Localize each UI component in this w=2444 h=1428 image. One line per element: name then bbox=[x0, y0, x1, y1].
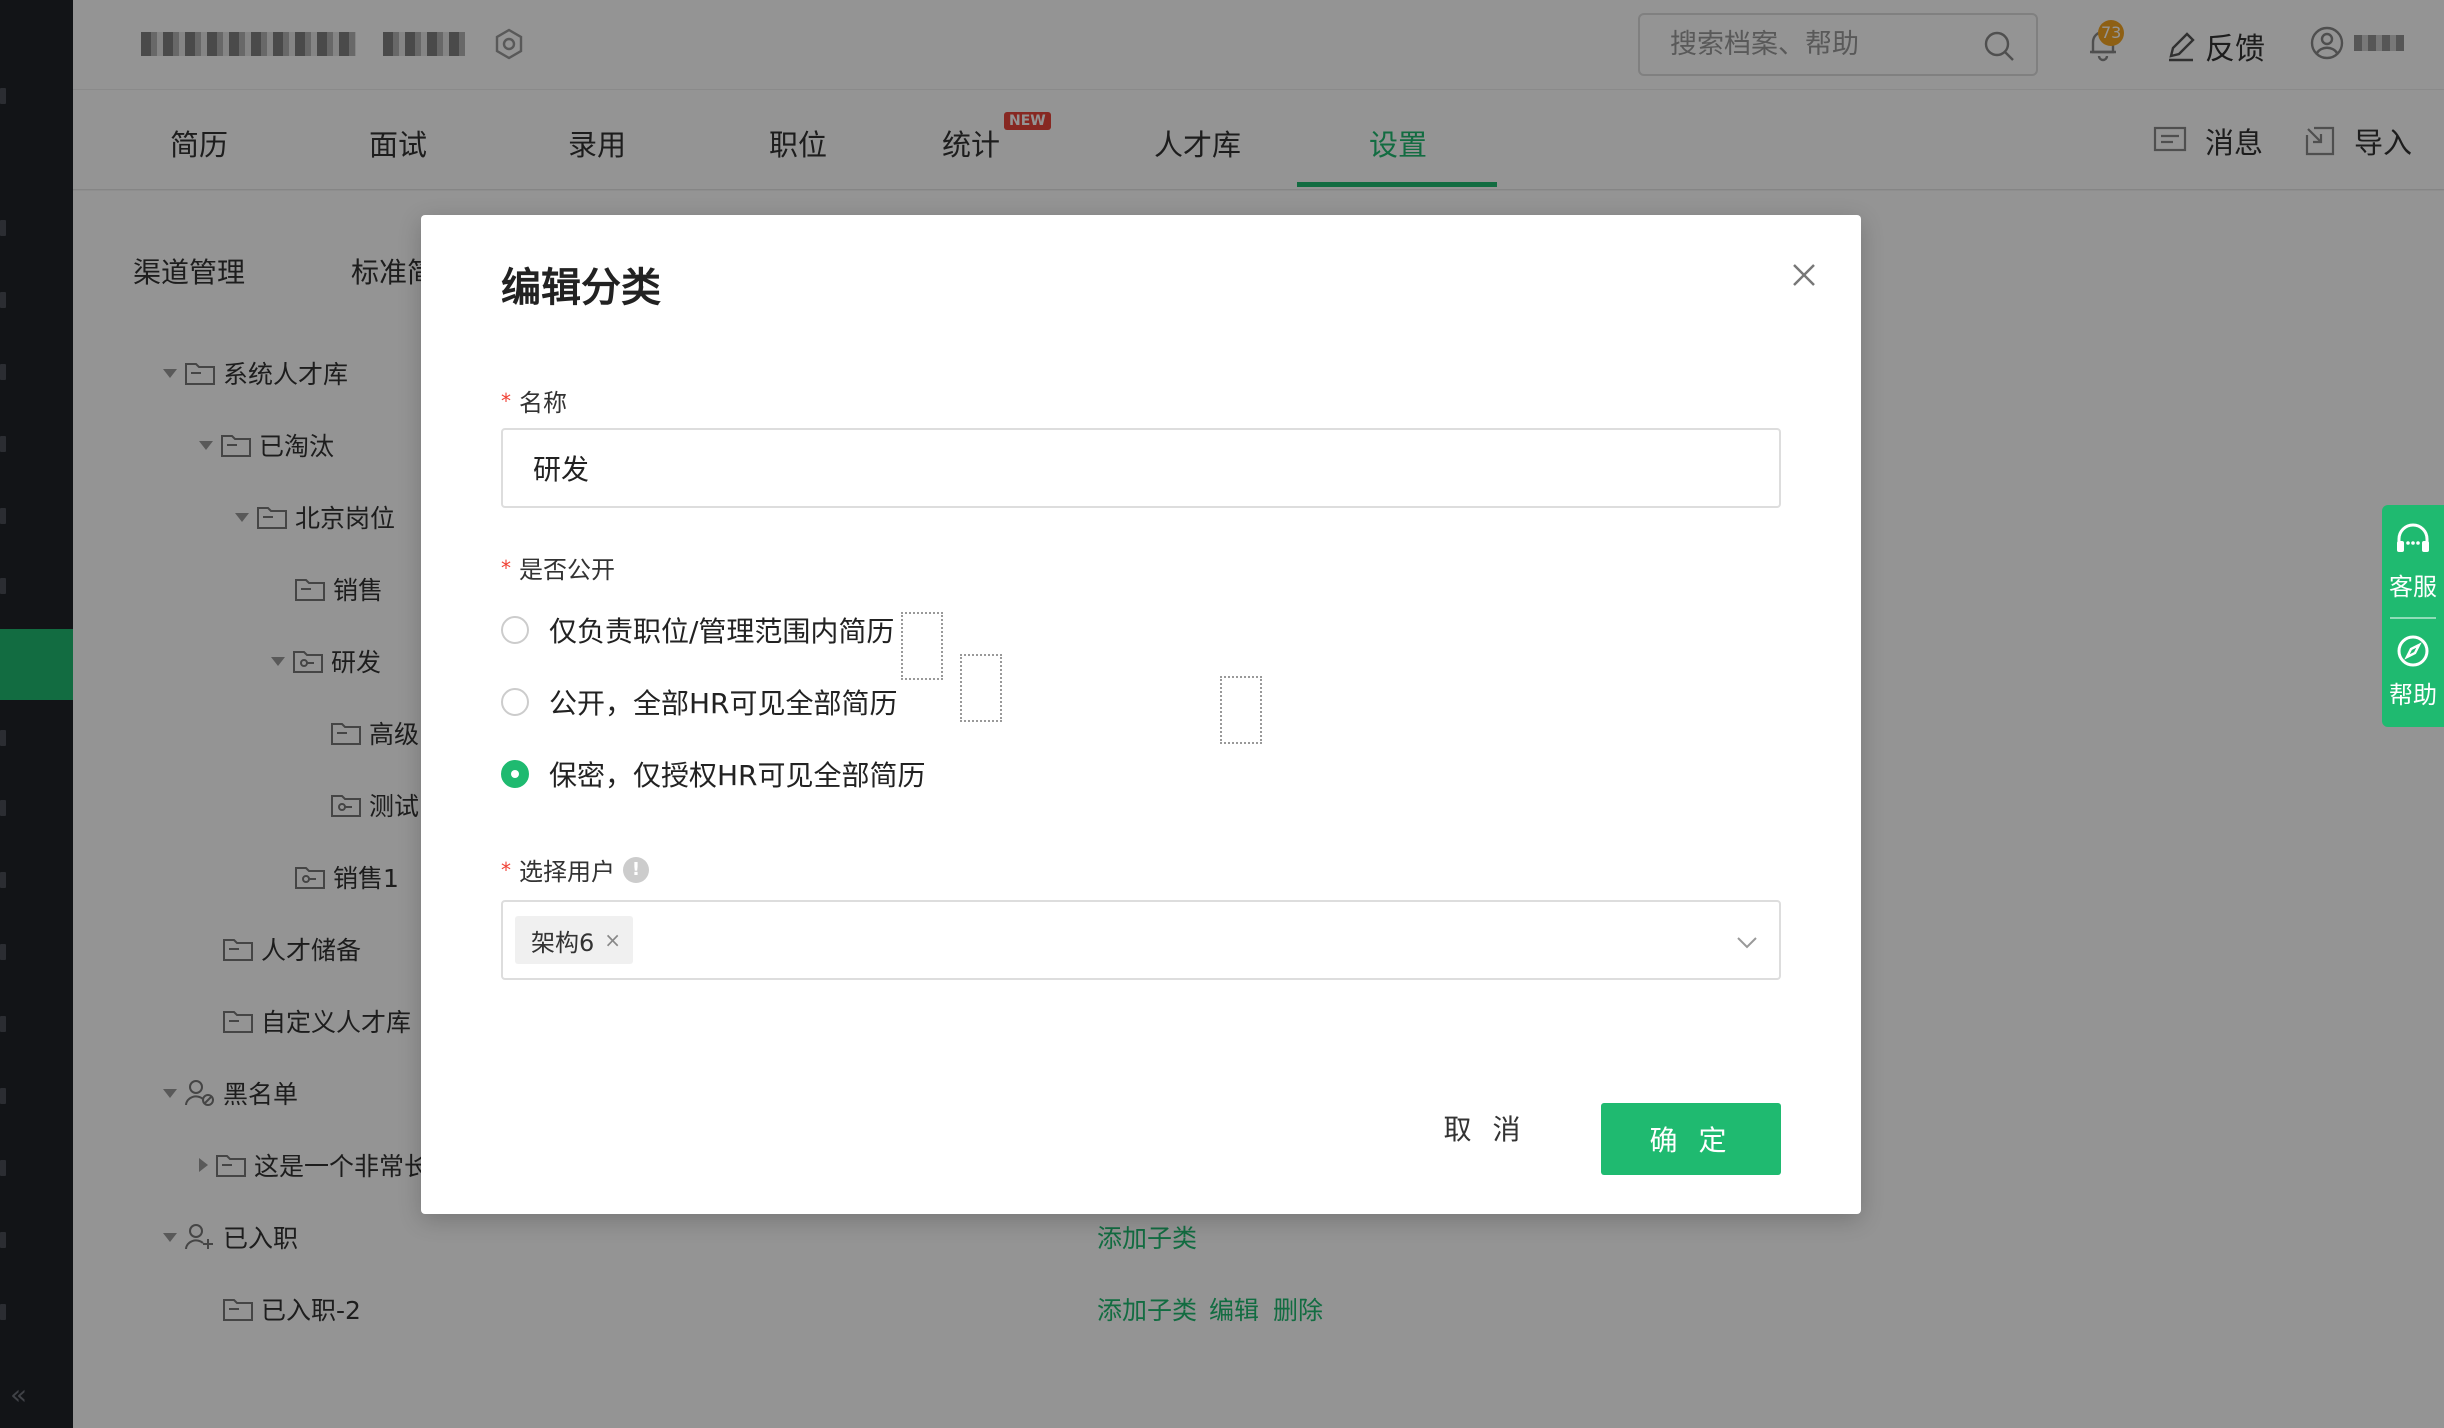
user-tag-label: 架构6 bbox=[531, 928, 595, 957]
confirm-button[interactable]: 确 定 bbox=[1601, 1103, 1781, 1175]
headset-icon bbox=[2397, 523, 2429, 552]
public-label-text: 是否公开 bbox=[519, 556, 615, 584]
edit-category-dialog: 编辑分类 * 名称 * 是否公开 仅负责职位/管理范围内简历 公开，全部HR可见… bbox=[421, 215, 1861, 1214]
placeholder-box bbox=[1220, 676, 1262, 744]
float-divider bbox=[2390, 617, 2436, 619]
user-tag: 架构6 × bbox=[515, 916, 634, 964]
radio-button-checked[interactable] bbox=[501, 760, 529, 788]
info-icon[interactable]: ! bbox=[623, 856, 649, 883]
radio-button[interactable] bbox=[501, 688, 529, 716]
radio-label: 保密，仅授权HR可见全部简历 bbox=[549, 759, 926, 792]
help-button[interactable]: 帮助 bbox=[2382, 633, 2444, 710]
compass-icon bbox=[2397, 635, 2429, 667]
cancel-button[interactable]: 取 消 bbox=[1435, 1103, 1535, 1153]
required-mark: * bbox=[501, 555, 511, 580]
radio-option-scoped[interactable]: 仅负责职位/管理范围内简历 bbox=[501, 610, 894, 650]
users-field-label: * 选择用户 ! bbox=[501, 852, 649, 887]
placeholder-box bbox=[960, 654, 1002, 722]
required-mark: * bbox=[501, 388, 511, 413]
float-help-panel: 客服 帮助 bbox=[2382, 505, 2444, 727]
public-field-label: * 是否公开 bbox=[501, 550, 615, 585]
required-mark: * bbox=[501, 857, 511, 882]
remove-tag-icon[interactable]: × bbox=[604, 928, 621, 952]
radio-button[interactable] bbox=[501, 616, 529, 644]
customer-service-label: 客服 bbox=[2389, 573, 2437, 601]
radio-option-private[interactable]: 保密，仅授权HR可见全部简历 bbox=[501, 754, 926, 794]
name-label-text: 名称 bbox=[519, 389, 567, 417]
help-label: 帮助 bbox=[2389, 681, 2437, 709]
customer-service-button[interactable]: 客服 bbox=[2382, 521, 2444, 602]
users-label-text: 选择用户 bbox=[519, 858, 615, 886]
placeholder-box bbox=[901, 612, 943, 680]
dialog-title: 编辑分类 bbox=[501, 265, 661, 311]
name-input[interactable] bbox=[501, 428, 1781, 508]
radio-label: 公开，全部HR可见全部简历 bbox=[549, 687, 898, 720]
name-field-label: * 名称 bbox=[501, 383, 567, 418]
close-icon[interactable] bbox=[1789, 260, 1819, 290]
radio-label: 仅负责职位/管理范围内简历 bbox=[549, 615, 895, 648]
chevron-down-icon[interactable] bbox=[1735, 930, 1759, 954]
radio-option-public[interactable]: 公开，全部HR可见全部简历 bbox=[501, 682, 898, 722]
user-select[interactable]: 架构6 × bbox=[501, 900, 1781, 980]
